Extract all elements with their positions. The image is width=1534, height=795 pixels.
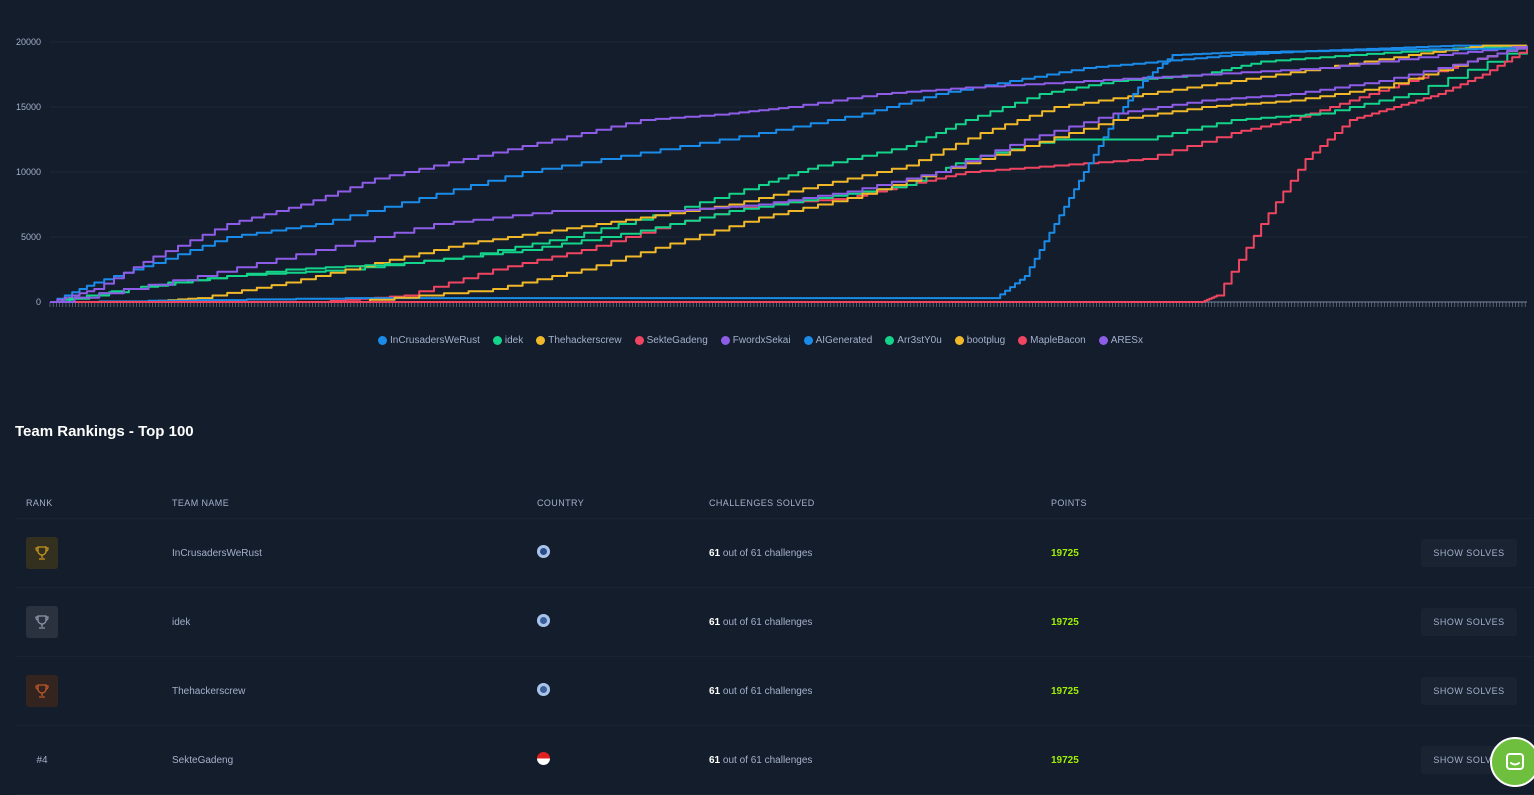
legend-dot xyxy=(536,336,546,345)
solved-suffix: out of 61 challenges xyxy=(722,685,813,697)
action-cell: SHOW SOLVES xyxy=(1251,539,1534,567)
legend-dot xyxy=(885,336,895,345)
legend-item[interactable]: FwordxSekai xyxy=(720,335,791,346)
rankings-table: RANK TEAM NAME COUNTRY CHALLENGES SOLVED… xyxy=(15,488,1534,795)
rank-label: #4 xyxy=(36,754,48,766)
table-row: InCrusadersWeRust 61 out of 61 challenges… xyxy=(15,519,1534,588)
y-tick-label: 20000 xyxy=(16,37,41,47)
challenges-solved: 61 out of 61 challenges xyxy=(709,617,1051,628)
legend-dot xyxy=(954,336,964,345)
rank-cell xyxy=(15,537,172,569)
legend-label: Thehackerscrew xyxy=(548,335,622,346)
legend-dot xyxy=(378,336,388,345)
header-points: POINTS xyxy=(1051,498,1087,508)
y-tick-label: 5000 xyxy=(21,232,41,242)
challenges-solved: 61 out of 61 challenges xyxy=(709,755,1051,766)
team-name[interactable]: InCrusadersWeRust xyxy=(172,548,523,559)
table-header: RANK TEAM NAME COUNTRY CHALLENGES SOLVED… xyxy=(15,488,1534,519)
points-value: 19725 xyxy=(1051,616,1079,628)
header-challenges-solved: CHALLENGES SOLVED xyxy=(709,498,815,508)
flag-icon xyxy=(537,752,550,765)
show-solves-button[interactable]: SHOW SOLVES xyxy=(1421,539,1517,567)
rank-number: #4 xyxy=(26,744,58,776)
legend-dot xyxy=(1018,336,1028,345)
table-row: Thehackerscrew 61 out of 61 challenges 197… xyxy=(15,657,1534,726)
y-tick-label: 15000 xyxy=(16,102,41,112)
table-row: #4 SekteGadeng 61 out of 61 challenges 1972… xyxy=(15,726,1534,795)
table-body: InCrusadersWeRust 61 out of 61 challenges… xyxy=(15,519,1534,795)
flag-icon xyxy=(537,683,550,696)
score-chart: 0 5000 10000 15000 20000 xyxy=(16,37,1528,307)
action-cell: SHOW SOLVES xyxy=(1251,677,1534,705)
legend-label: idek xyxy=(504,335,524,346)
solved-count: 61 xyxy=(709,754,721,766)
legend-label: FwordxSekai xyxy=(732,335,791,346)
challenges-solved: 61 out of 61 challenges xyxy=(709,548,1051,559)
legend-label: ARESx xyxy=(1110,335,1143,346)
legend-item[interactable]: bootplug xyxy=(954,335,1006,346)
country-cell xyxy=(523,545,709,561)
rank-cell: #4 xyxy=(15,744,172,776)
legend-dot xyxy=(634,336,644,345)
legend-label: Arr3stY0u xyxy=(897,335,942,346)
legend-dot xyxy=(803,336,813,345)
header-country: COUNTRY xyxy=(537,498,585,508)
y-tick-label: 10000 xyxy=(16,167,41,177)
legend-item[interactable]: ARESx xyxy=(1098,335,1143,346)
solved-suffix: out of 61 challenges xyxy=(722,754,813,766)
page-title: Team Rankings - Top 100 xyxy=(15,423,194,440)
solved-count: 61 xyxy=(709,685,721,697)
legend-item[interactable]: MapleBacon xyxy=(1018,335,1086,346)
header-team-name: TEAM NAME xyxy=(172,498,230,508)
legend-label: bootplug xyxy=(966,335,1006,346)
legend-label: InCrusadersWeRust xyxy=(390,335,480,346)
action-cell: SHOW SOLVES xyxy=(1251,608,1534,636)
legend-item[interactable]: InCrusadersWeRust xyxy=(378,335,480,346)
solved-count: 61 xyxy=(709,547,721,559)
country-cell xyxy=(523,614,709,630)
chart-legend: InCrusadersWeRust idek Thehackerscrew Sekte… xyxy=(0,335,1534,346)
legend-label: AIGenerated xyxy=(815,335,873,346)
y-tick-label: 0 xyxy=(36,297,41,307)
legend-item[interactable]: idek xyxy=(492,335,524,346)
legend-dot xyxy=(492,336,502,345)
trophy-icon xyxy=(26,537,58,569)
legend-item[interactable]: SekteGadeng xyxy=(634,335,708,346)
solved-count: 61 xyxy=(709,616,721,628)
legend-label: MapleBacon xyxy=(1030,335,1086,346)
table-row: idek 61 out of 61 challenges 19725 SHOW SOL… xyxy=(15,588,1534,657)
country-cell xyxy=(523,683,709,699)
flag-icon xyxy=(537,614,550,627)
points-value: 19725 xyxy=(1051,685,1079,697)
flag-icon xyxy=(537,545,550,558)
country-cell xyxy=(523,752,709,768)
points-value: 19725 xyxy=(1051,547,1079,559)
team-name[interactable]: Thehackerscrew xyxy=(172,686,523,697)
legend-item[interactable]: Arr3stY0u xyxy=(885,335,942,346)
solved-suffix: out of 61 challenges xyxy=(722,616,813,628)
legend-dot xyxy=(1098,336,1108,345)
chat-widget-button[interactable] xyxy=(1490,737,1534,787)
legend-label: SekteGadeng xyxy=(646,335,708,346)
series-line-aresx xyxy=(50,45,1528,303)
points-value: 19725 xyxy=(1051,754,1079,766)
legend-item[interactable]: AIGenerated xyxy=(803,335,873,346)
rank-cell xyxy=(15,675,172,707)
team-name[interactable]: idek xyxy=(172,617,523,628)
chat-icon xyxy=(1506,753,1524,770)
rank-cell xyxy=(15,606,172,638)
challenges-solved: 61 out of 61 challenges xyxy=(709,686,1051,697)
team-name[interactable]: SekteGadeng xyxy=(172,755,523,766)
show-solves-button[interactable]: SHOW SOLVES xyxy=(1421,677,1517,705)
trophy-icon xyxy=(26,675,58,707)
trophy-icon xyxy=(26,606,58,638)
scoreboard-page: 0 5000 10000 15000 20000 InCrusadersWeRust id… xyxy=(0,0,1534,795)
legend-dot xyxy=(720,336,730,345)
show-solves-button[interactable]: SHOW SOLVES xyxy=(1421,608,1517,636)
legend-item[interactable]: Thehackerscrew xyxy=(536,335,622,346)
header-rank: RANK xyxy=(26,498,53,508)
solved-suffix: out of 61 challenges xyxy=(722,547,813,559)
